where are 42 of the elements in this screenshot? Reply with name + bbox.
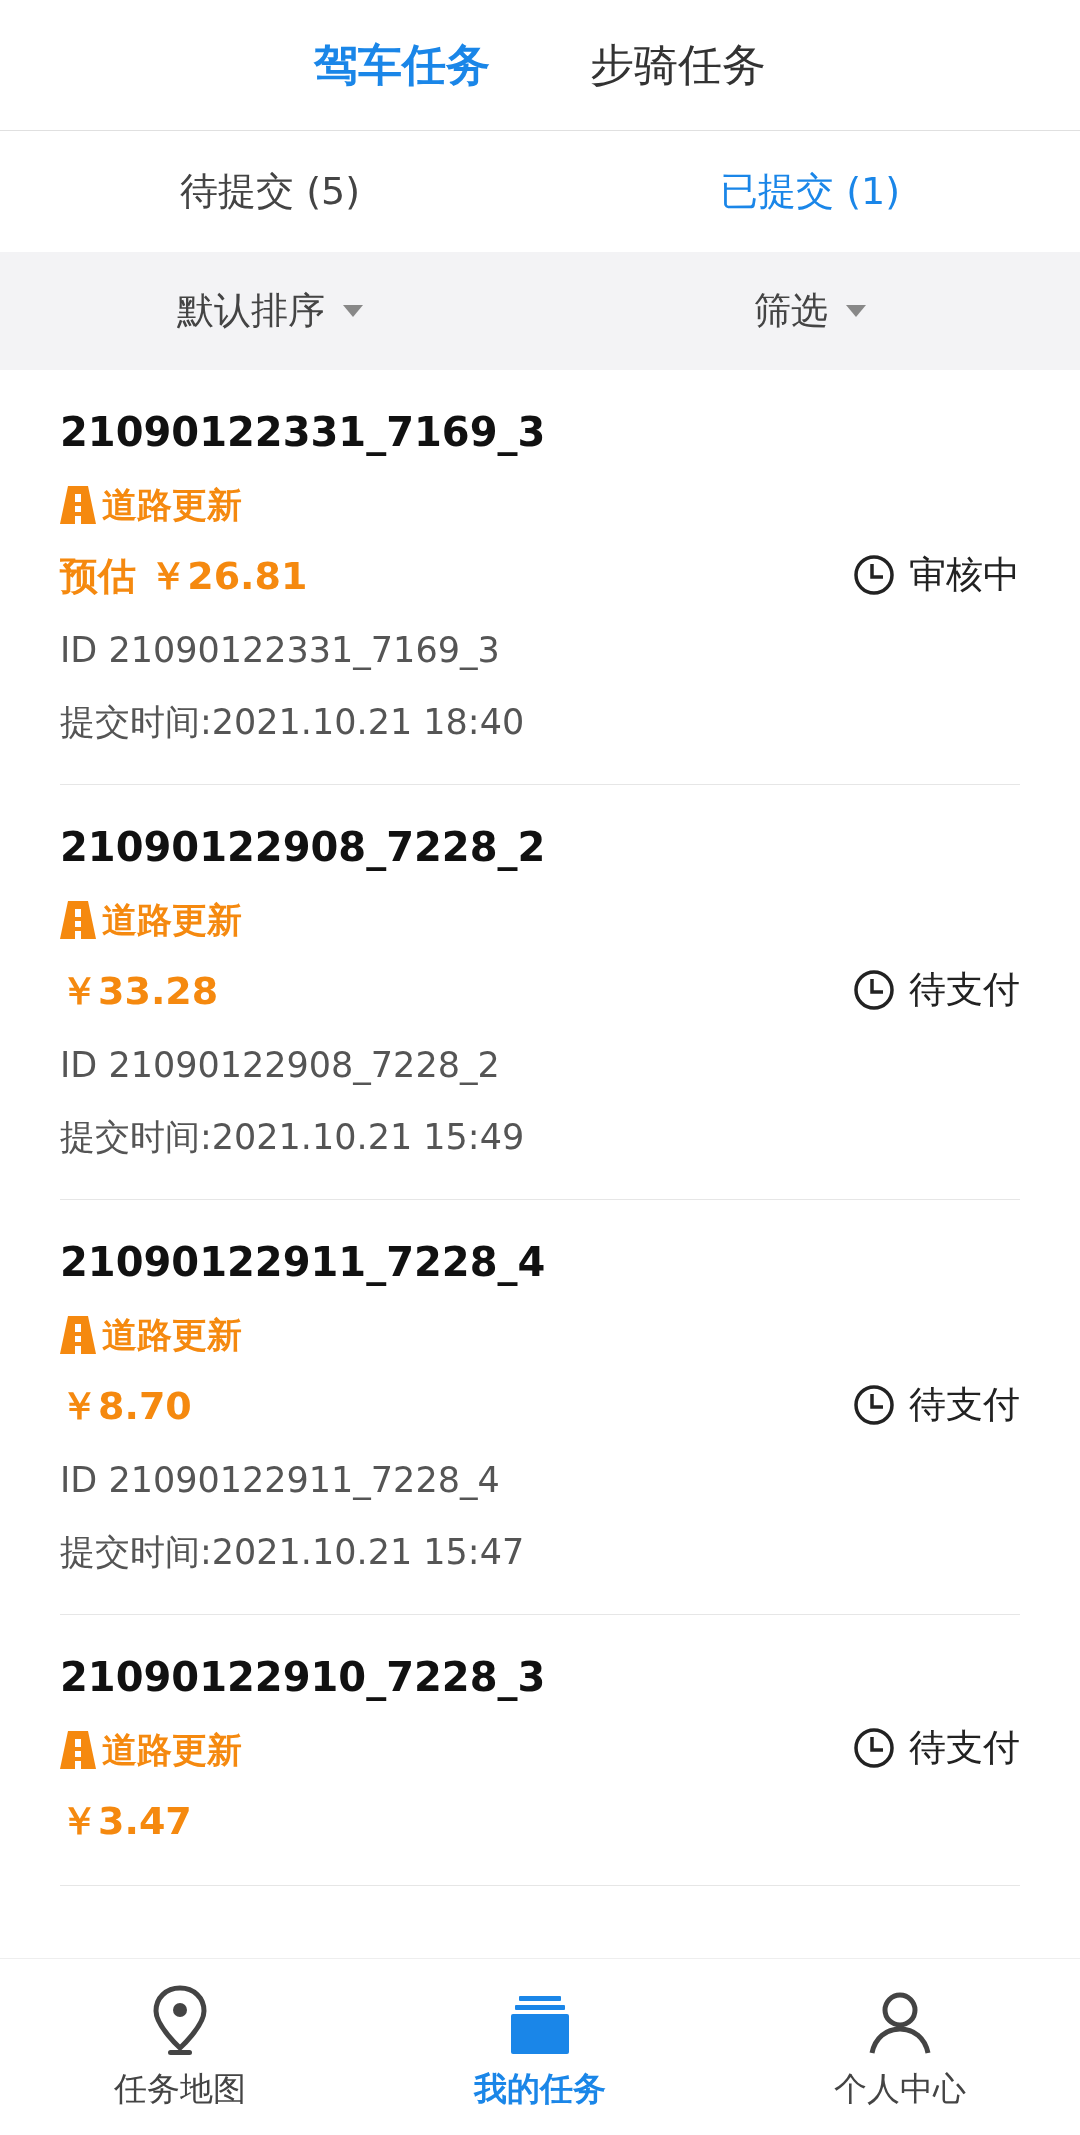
filter-dropdown[interactable]: 筛选 <box>754 283 866 339</box>
submit-time: 提交时间:2021.10.21 15:49 <box>60 1116 526 1159</box>
task-type-label: 道路更新 <box>102 1728 242 1772</box>
road-icon <box>60 1731 96 1769</box>
task-status: 待支付 <box>909 1725 1020 1772</box>
stacked-cards-icon <box>509 1994 571 2057</box>
dropdown-caret-icon <box>343 305 363 317</box>
task-type-label: 道路更新 <box>102 1313 242 1357</box>
nav-tab[interactable]: 我的任务 <box>474 1980 606 2114</box>
task-price: ￥8.70 <box>60 1383 193 1430</box>
task-status: 审核中 <box>909 552 1020 599</box>
road-icon <box>60 1316 96 1354</box>
submit-time: 提交时间:2021.10.21 18:40 <box>60 701 526 744</box>
task-title: 21090122911_7228_4 <box>60 1238 547 1288</box>
clock-icon <box>853 1384 895 1426</box>
task-status: 待支付 <box>909 1382 1020 1429</box>
clock-icon <box>853 1727 895 1769</box>
status-tab[interactable]: 已提交 (1) <box>720 163 900 220</box>
task-id: ID 21090122911_7228_4 <box>60 1459 501 1502</box>
task-price: 预估 ￥26.81 <box>60 553 309 600</box>
submit-time: 提交时间:2021.10.21 15:47 <box>60 1531 526 1574</box>
task-id: ID 21090122908_7228_2 <box>60 1044 501 1087</box>
filter-dropdown[interactable]: 默认排序 <box>177 283 363 339</box>
nav-tab[interactable]: 个人中心 <box>834 1980 966 2114</box>
task-type-label: 道路更新 <box>102 898 242 942</box>
task-title: 21090122908_7228_2 <box>60 823 547 873</box>
task-price: ￥33.28 <box>60 968 220 1015</box>
road-icon <box>60 901 96 939</box>
nav-tab[interactable]: 任务地图 <box>114 1980 246 2114</box>
task-status: 待支付 <box>909 967 1020 1014</box>
task-title: 21090122331_7169_3 <box>60 408 547 458</box>
clock-icon <box>853 969 895 1011</box>
clock-icon <box>853 554 895 596</box>
dropdown-caret-icon <box>846 305 866 317</box>
mode-tab[interactable]: 步骑任务 <box>590 32 766 98</box>
mode-tab[interactable]: 驾车任务 <box>314 32 490 98</box>
task-type-label: 道路更新 <box>102 483 242 527</box>
task-id: ID 21090122331_7169_3 <box>60 629 501 672</box>
task-title: 21090122910_7228_3 <box>60 1653 547 1703</box>
status-tab[interactable]: 待提交 (5) <box>180 163 360 220</box>
road-icon <box>60 486 96 524</box>
task-price: ￥3.47 <box>60 1798 193 1845</box>
